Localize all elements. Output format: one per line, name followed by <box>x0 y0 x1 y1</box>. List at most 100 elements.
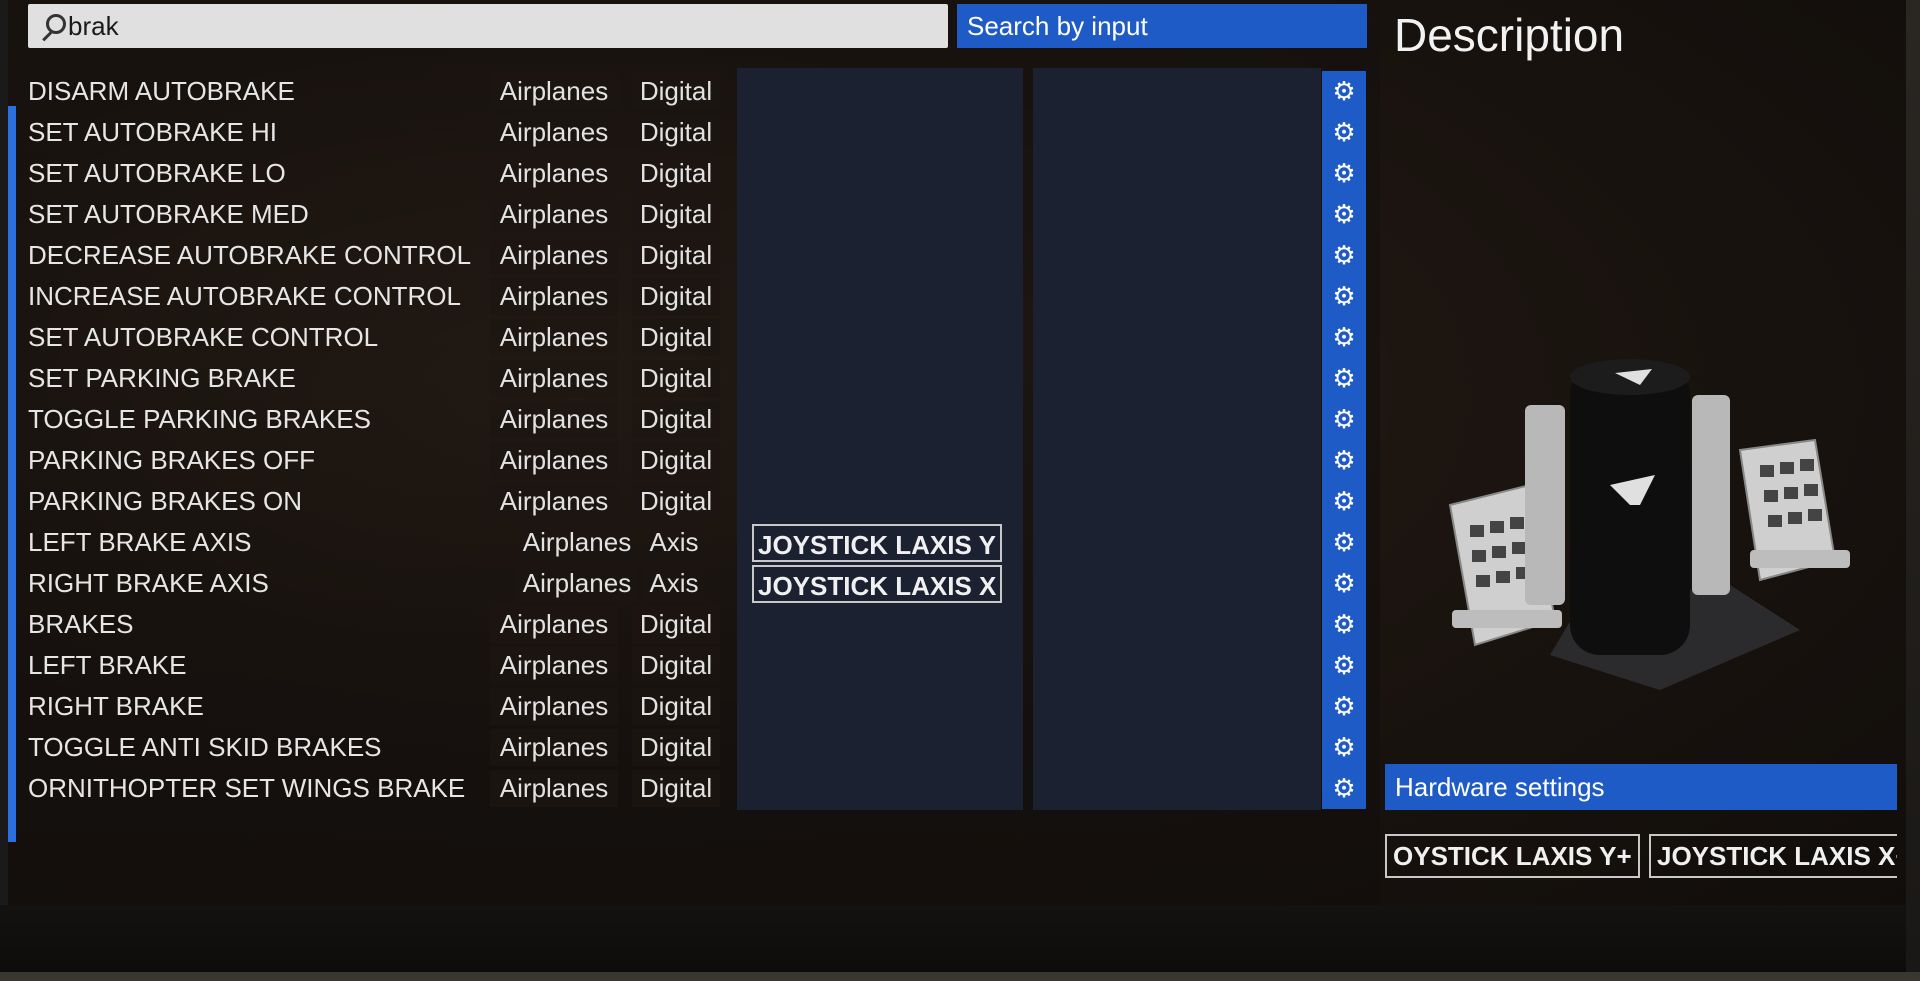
control-category: Airplanes <box>490 360 618 397</box>
control-row[interactable]: SET PARKING BRAKE Airplanes Digital ⚙ <box>28 358 1368 399</box>
bottom-bar <box>0 905 1920 975</box>
control-type: Digital <box>632 319 720 356</box>
control-row[interactable]: TOGGLE PARKING BRAKES Airplanes Digital ⚙ <box>28 399 1368 440</box>
control-type: Digital <box>632 688 720 725</box>
control-row[interactable]: SET AUTOBRAKE HI Airplanes Digital ⚙ <box>28 112 1368 153</box>
control-name: ORNITHOPTER SET WINGS BRAKE <box>28 773 466 803</box>
control-category: Airplanes <box>490 278 618 315</box>
hardware-bindings: OYSTICK LAXIS Y+ JOYSTICK LAXIS X+ <box>1385 834 1897 882</box>
control-type: Digital <box>632 196 720 233</box>
control-row[interactable]: TOGGLE ANTI SKID BRAKES Airplanes Digital ⚙ <box>28 727 1368 768</box>
left-scrollbar[interactable] <box>0 0 8 905</box>
control-name: PARKING BRAKES ON <box>28 486 303 516</box>
control-category: Airplanes <box>490 237 618 274</box>
control-row[interactable]: SET AUTOBRAKE CONTROL Airplanes Digital ⚙ <box>28 317 1368 358</box>
right-edge-panel <box>1906 0 1920 972</box>
control-type: Digital <box>632 483 720 520</box>
gear-icon[interactable]: ⚙ <box>1322 686 1366 727</box>
control-type: Digital <box>632 770 720 807</box>
control-category: Airplanes <box>490 73 618 110</box>
control-row[interactable]: LEFT BRAKE Airplanes Digital ⚙ <box>28 645 1368 686</box>
gear-icon[interactable]: ⚙ <box>1322 440 1366 481</box>
control-row[interactable]: PARKING BRAKES OFF Airplanes Digital ⚙ <box>28 440 1368 481</box>
control-name: RIGHT BRAKE <box>28 691 204 721</box>
search-field[interactable] <box>28 4 948 48</box>
search-input[interactable] <box>66 10 928 42</box>
control-type: Digital <box>632 729 720 766</box>
control-category: Airplanes <box>490 770 618 807</box>
gear-icon[interactable]: ⚙ <box>1322 71 1366 112</box>
control-category: Airplanes <box>517 524 637 561</box>
control-row[interactable]: DECREASE AUTOBRAKE CONTROL Airplanes Digit… <box>28 235 1368 276</box>
control-name: TOGGLE PARKING BRAKES <box>28 404 371 434</box>
hardware-tag-x[interactable]: JOYSTICK LAXIS X+ <box>1649 834 1897 878</box>
control-row[interactable]: SET AUTOBRAKE MED Airplanes Digital ⚙ <box>28 194 1368 235</box>
control-category: Airplanes <box>517 565 637 602</box>
hardware-tag-y[interactable]: OYSTICK LAXIS Y+ <box>1385 834 1640 878</box>
gear-icon[interactable]: ⚙ <box>1322 481 1366 522</box>
control-name: RIGHT BRAKE AXIS <box>28 568 269 598</box>
control-row[interactable]: BRAKES Airplanes Digital ⚙ <box>28 604 1368 645</box>
gear-icon[interactable]: ⚙ <box>1322 317 1366 358</box>
gear-icon[interactable]: ⚙ <box>1322 112 1366 153</box>
gear-icon[interactable]: ⚙ <box>1322 235 1366 276</box>
gear-icon[interactable]: ⚙ <box>1322 522 1366 563</box>
control-category: Airplanes <box>490 647 618 684</box>
control-row[interactable]: LEFT BRAKE AXIS Airplanes Axis JOYSTICK LAX… <box>28 522 1368 563</box>
description-title: Description <box>1394 9 1625 61</box>
search-icon <box>36 11 66 42</box>
control-row[interactable]: RIGHT BRAKE Airplanes Digital ⚙ <box>28 686 1368 727</box>
control-row[interactable]: INCREASE AUTOBRAKE CONTROL Airplanes Digit… <box>28 276 1368 317</box>
control-category: Airplanes <box>490 442 618 479</box>
gear-icon[interactable]: ⚙ <box>1322 194 1366 235</box>
control-name: LEFT BRAKE AXIS <box>28 527 252 557</box>
list-scroll-indicator[interactable] <box>8 106 16 842</box>
control-category: Airplanes <box>490 483 618 520</box>
control-name: INCREASE AUTOBRAKE CONTROL <box>28 281 461 311</box>
control-row[interactable]: ORNITHOPTER SET WINGS BRAKE Airplanes Digi… <box>28 768 1368 809</box>
control-category: Airplanes <box>490 114 618 151</box>
control-row[interactable]: RIGHT BRAKE AXIS Airplanes Axis JOYSTICK LA… <box>28 563 1368 604</box>
control-name: TOGGLE ANTI SKID BRAKES <box>28 732 382 762</box>
control-type: Digital <box>632 442 720 479</box>
control-name: SET AUTOBRAKE LO <box>28 158 286 188</box>
control-type: Digital <box>632 278 720 315</box>
gear-icon[interactable]: ⚙ <box>1322 768 1366 809</box>
hardware-settings-bar[interactable]: Hardware settings <box>1385 764 1897 810</box>
control-name: SET AUTOBRAKE CONTROL <box>28 322 379 352</box>
gear-icon[interactable]: ⚙ <box>1322 563 1366 604</box>
control-type: Axis <box>644 524 704 561</box>
control-row[interactable]: DISARM AUTOBRAKE Airplanes Digital ⚙ <box>28 71 1368 112</box>
control-type: Digital <box>632 237 720 274</box>
gear-icon[interactable]: ⚙ <box>1322 358 1366 399</box>
gear-icon[interactable]: ⚙ <box>1322 399 1366 440</box>
gear-icon[interactable]: ⚙ <box>1322 645 1366 686</box>
gear-icon[interactable]: ⚙ <box>1322 276 1366 317</box>
gear-icon[interactable]: ⚙ <box>1322 153 1366 194</box>
gear-icon[interactable]: ⚙ <box>1322 604 1366 645</box>
control-name: SET AUTOBRAKE MED <box>28 199 309 229</box>
control-name: SET PARKING BRAKE <box>28 363 296 393</box>
control-category: Airplanes <box>490 319 618 356</box>
control-category: Airplanes <box>490 606 618 643</box>
control-name: PARKING BRAKES OFF <box>28 445 316 475</box>
gear-icon[interactable]: ⚙ <box>1322 727 1366 768</box>
control-category: Airplanes <box>490 155 618 192</box>
control-row[interactable]: PARKING BRAKES ON Airplanes Digital ⚙ <box>28 481 1368 522</box>
search-by-input-button[interactable]: Search by input <box>957 4 1367 48</box>
control-category: Airplanes <box>490 401 618 438</box>
control-name: DISARM AUTOBRAKE <box>28 76 295 106</box>
rudder-pedals-image <box>1448 359 1850 690</box>
binding-tag[interactable]: JOYSTICK LAXIS Y <box>752 524 1002 562</box>
control-category: Airplanes <box>490 729 618 766</box>
control-row[interactable]: SET AUTOBRAKE LO Airplanes Digital ⚙ <box>28 153 1368 194</box>
control-type: Axis <box>644 565 704 602</box>
binding-tag[interactable]: JOYSTICK LAXIS X <box>752 565 1003 603</box>
control-type: Digital <box>632 73 720 110</box>
taskbar-strip <box>0 972 1920 981</box>
control-name: LEFT BRAKE <box>28 650 187 680</box>
control-type: Digital <box>632 647 720 684</box>
control-category: Airplanes <box>490 196 618 233</box>
control-category: Airplanes <box>490 688 618 725</box>
control-name: SET AUTOBRAKE HI <box>28 117 278 147</box>
